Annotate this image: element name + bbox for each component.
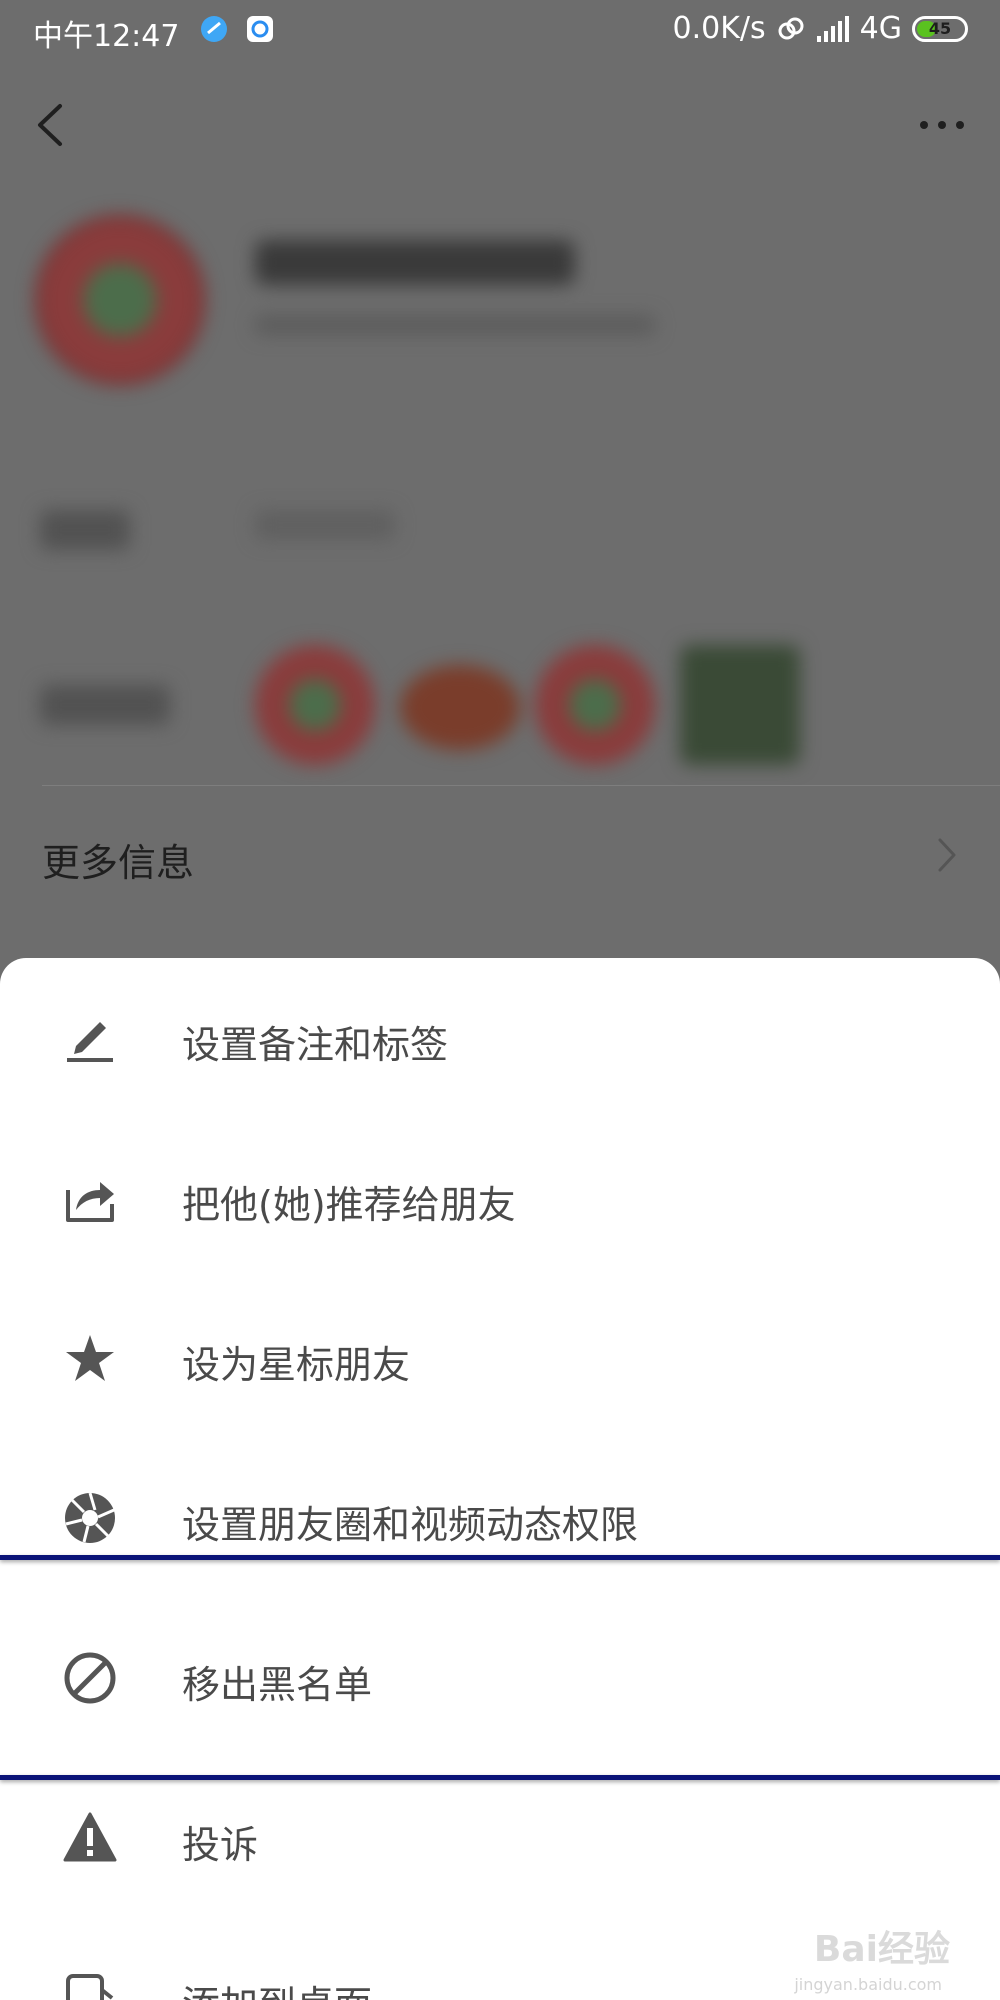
- status-indicators: 0.0K/s 4G 45: [673, 11, 968, 46]
- watermark: Bai经验: [813, 1929, 950, 1970]
- divider: [42, 785, 1000, 786]
- app-notification-icon: [201, 16, 227, 42]
- battery-percentage: 45: [928, 19, 952, 38]
- add-to-desktop-icon: [66, 1974, 114, 2000]
- top-bar: [0, 60, 1000, 185]
- avatar: [35, 215, 205, 385]
- network-type: 4G: [859, 11, 902, 46]
- browser-notification-icon: [247, 16, 273, 42]
- menu-item-label: 移出黑名单: [182, 1663, 373, 1707]
- aperture-icon: [65, 1492, 115, 1543]
- warning-icon: [63, 1812, 117, 1862]
- status-time: 中午12:47: [33, 19, 180, 54]
- moments-label-blurred: [40, 685, 170, 725]
- edit-icon: [67, 1022, 113, 1062]
- profile-id-blurred: [255, 315, 655, 335]
- status-bar: 中午12:47 0.0K/s 4G 45: [0, 0, 1000, 60]
- share-icon: [66, 1182, 114, 1222]
- menu-item-label: 设置备注和标签: [182, 1023, 449, 1067]
- menu-item-label: 把他(她)推荐给朋友: [182, 1183, 516, 1227]
- field-value-blurred: [255, 510, 395, 540]
- menu-item-star-friend[interactable]: 设为星标朋友: [0, 1278, 1000, 1438]
- back-button[interactable]: [28, 100, 78, 150]
- star-icon: [66, 1335, 114, 1381]
- field-label-blurred: [40, 510, 130, 550]
- menu-item-label: 投诉: [182, 1823, 259, 1867]
- link-icon: [778, 17, 804, 39]
- menu-item-remove-blacklist[interactable]: 移出黑名单: [0, 1598, 1000, 1758]
- more-info-label: 更多信息: [42, 841, 195, 885]
- network-speed: 0.0K/s: [672, 11, 766, 46]
- moments-thumbnail: [680, 645, 800, 765]
- chevron-right-icon: [938, 838, 956, 872]
- block-icon: [64, 1652, 116, 1704]
- menu-item-set-remark[interactable]: 设置备注和标签: [0, 958, 1000, 1118]
- signal-icon: [816, 15, 849, 42]
- menu-item-recommend[interactable]: 把他(她)推荐给朋友: [0, 1118, 1000, 1278]
- action-sheet: 设置备注和标签 把他(她)推荐给朋友 设为星标朋友 设置朋友圈和视频动态权限 移…: [0, 958, 1000, 2000]
- menu-item-label: 设置朋友圈和视频动态权限: [182, 1503, 639, 1547]
- highlight-line-top: [0, 1555, 1000, 1560]
- menu-item-label: 设为星标朋友: [182, 1343, 411, 1387]
- menu-item-complain[interactable]: 投诉: [0, 1758, 1000, 1918]
- battery-icon: 45: [912, 15, 968, 42]
- more-options-button[interactable]: [912, 100, 972, 150]
- blurred-profile-content: [0, 185, 1000, 785]
- menu-item-label: 添加到桌面: [182, 1974, 372, 2000]
- moments-thumbnail: [535, 645, 655, 765]
- menu-item-moments-permission[interactable]: 设置朋友圈和视频动态权限: [0, 1438, 1000, 1598]
- more-info-row[interactable]: 更多信息: [0, 790, 1000, 920]
- profile-name-blurred: [255, 240, 575, 285]
- watermark-url: jingyan.baidu.com: [794, 1975, 942, 1994]
- moments-thumbnail: [400, 665, 520, 750]
- moments-thumbnail: [255, 645, 375, 765]
